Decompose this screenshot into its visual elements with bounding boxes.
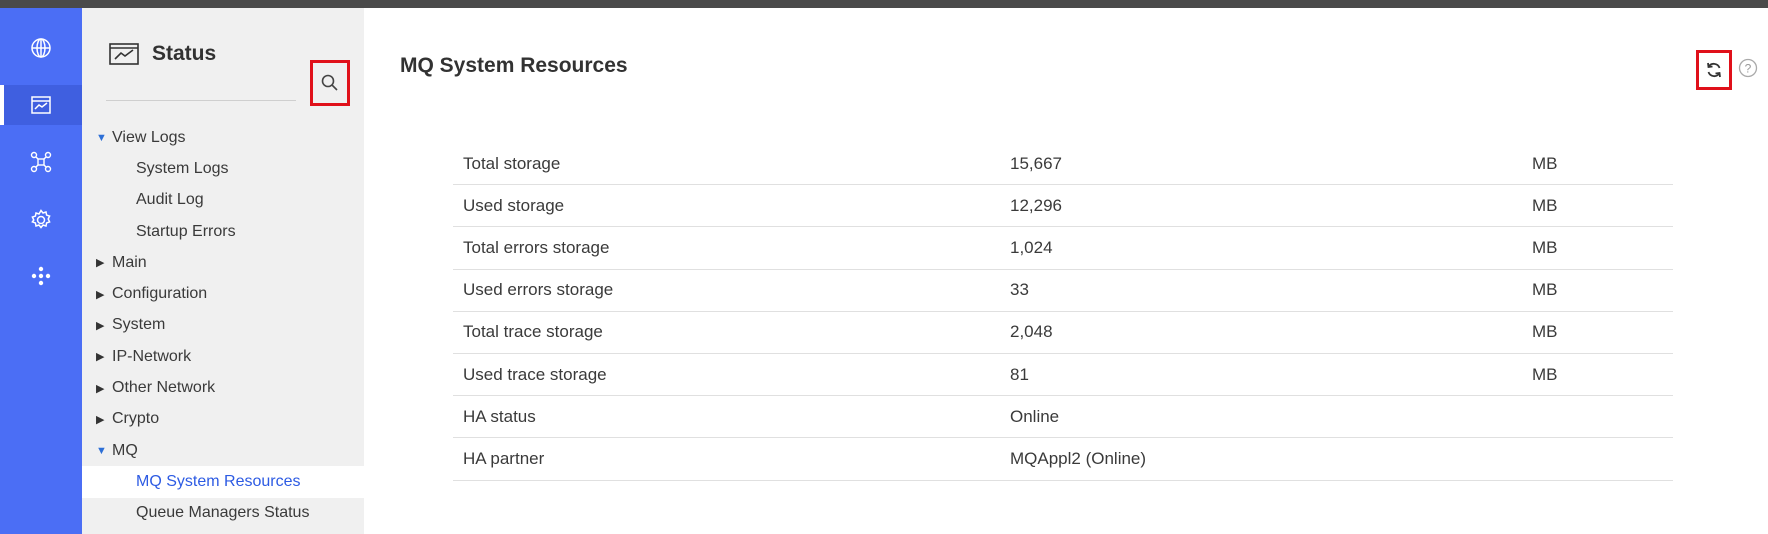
refresh-icon [1707,62,1721,78]
table-row: Total trace storage 2,048 MB [453,311,1673,354]
row-unit: MB [1532,353,1673,397]
nav-group-mq[interactable]: ▼ MQ [82,435,364,466]
caret-down-icon: ▼ [96,131,107,144]
nav-label: IP-Network [112,347,192,365]
nav-item-audit-log[interactable]: Audit Log [82,185,364,216]
row-label: HA partner [453,437,1010,481]
nav-label: System Logs [136,159,229,177]
nav-label: Configuration [112,285,208,303]
status-monitor-icon[interactable] [0,85,82,125]
table-row: Used errors storage 33 MB [453,269,1673,312]
globe-icon[interactable] [0,28,82,68]
nav-group-other-network[interactable]: ▶ Other Network [82,372,364,403]
table-row: Total errors storage 1,024 MB [453,226,1673,270]
caret-down-icon: ▼ [96,444,107,457]
sidebar-title: Status [152,42,217,65]
nav-label: Startup Errors [136,222,236,240]
nav-label: Audit Log [136,191,204,209]
row-value: 33 [1010,269,1532,312]
table-row: Total storage 15,667 MB [453,143,1673,186]
caret-right-icon: ▶ [96,257,105,270]
caret-right-icon: ▶ [96,351,105,364]
search-button[interactable] [310,60,350,106]
nav-group-main[interactable]: ▶ Main [82,247,364,278]
row-label: HA status [453,395,1010,439]
nav-item-system-logs[interactable]: System Logs [82,153,364,184]
nav-group-ip-network[interactable]: ▶ IP-Network [82,341,364,372]
row-label: Total storage [453,143,1010,186]
nav-item-mq-system-resources[interactable]: MQ System Resources [82,466,364,498]
svg-text:?: ? [1745,62,1752,76]
row-unit: MB [1532,269,1673,312]
gear-icon[interactable] [0,200,82,240]
table-row: Used storage 12,296 MB [453,184,1673,228]
nav-group-system[interactable]: ▶ System [82,310,364,341]
table-row: HA partner MQAppl2 (Online) [453,437,1673,481]
refresh-button[interactable] [1696,50,1732,90]
dots-icon[interactable] [0,256,82,296]
row-label: Total errors storage [453,226,1010,270]
row-unit: MB [1532,184,1673,228]
row-value: 2,048 [1010,311,1532,354]
caret-right-icon: ▶ [96,288,105,301]
nav-label: MQ System Resources [136,472,301,490]
row-value: MQAppl2 (Online) [1010,437,1532,481]
nav-item-queue-managers-status[interactable]: Queue Managers Status [82,498,364,529]
nav-label: Main [112,253,147,271]
row-value: 12,296 [1010,184,1532,228]
caret-right-icon: ▶ [96,413,105,426]
help-icon[interactable]: ? [1738,58,1758,78]
row-unit [1532,395,1673,439]
row-value: 81 [1010,353,1532,397]
row-value: 1,024 [1010,226,1532,270]
nav-item-startup-errors[interactable]: Startup Errors [82,216,364,247]
row-unit: MB [1532,143,1673,186]
help-icon: ? [1738,58,1758,78]
nav-label: Crypto [112,410,160,428]
row-value: Online [1010,395,1532,439]
icon-rail [0,8,82,534]
row-unit: MB [1532,311,1673,354]
row-unit: MB [1532,226,1673,270]
row-label: Used storage [453,184,1010,228]
caret-right-icon: ▶ [96,382,105,395]
row-unit [1532,437,1673,481]
nav-label: View Logs [112,128,186,146]
sidebar: Status ▼ View Logs System Logs Audit Log… [82,8,364,534]
top-bar [0,0,1768,8]
table-row: Used trace storage 81 MB [453,353,1673,397]
row-label: Used errors storage [453,269,1010,312]
search-input[interactable] [106,100,296,101]
sidebar-header: Status [108,42,216,66]
page-title: MQ System Resources [400,54,628,77]
nav-group-view-logs[interactable]: ▼ View Logs [82,122,364,153]
sidebar-nav: ▼ View Logs System Logs Audit Log Startu… [82,122,364,529]
network-icon[interactable] [0,142,82,182]
nav-label: System [112,316,166,334]
row-value: 15,667 [1010,143,1532,186]
status-monitor-icon [109,43,139,65]
nav-group-configuration[interactable]: ▶ Configuration [82,278,364,309]
row-label: Total trace storage [453,311,1010,354]
search-icon [321,74,338,91]
nav-label: MQ [112,441,138,459]
resources-table: Total storage 15,667 MB Used storage 12,… [453,143,1673,481]
nav-label: Other Network [112,379,216,397]
row-label: Used trace storage [453,353,1010,397]
nav-group-crypto[interactable]: ▶ Crypto [82,404,364,435]
caret-right-icon: ▶ [96,319,105,332]
table-row: HA status Online [453,395,1673,439]
nav-label: Queue Managers Status [136,504,310,522]
